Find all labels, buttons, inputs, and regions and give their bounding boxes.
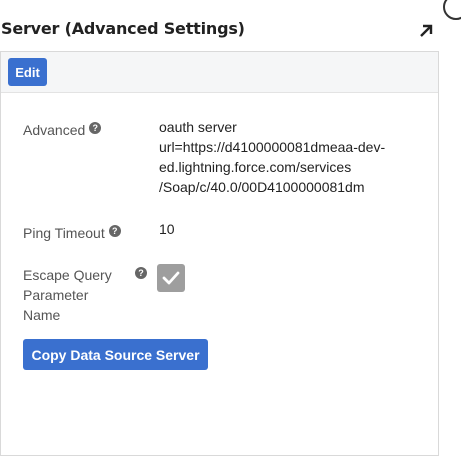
advanced-value-line: ed.lightning.force.com/services [159, 159, 352, 175]
help-icon[interactable]: ? [135, 267, 147, 279]
escape-query-label: Escape Query Parameter Name [23, 265, 112, 325]
settings-panel: Edit Advanced? oauth server url=https://… [0, 51, 439, 456]
advanced-label: Advanced? [23, 120, 102, 140]
edit-button[interactable]: Edit [8, 58, 47, 86]
escape-query-label-line: Name [23, 307, 61, 323]
escape-query-label-line: Escape Query [23, 267, 112, 283]
ping-timeout-value: 10 [159, 221, 175, 237]
panel-toolbar: Edit [1, 52, 438, 93]
close-icon[interactable] [443, 0, 461, 20]
ping-timeout-label-text: Ping Timeout [23, 225, 105, 241]
advanced-value-line: /Soap/c/40.0/00D4100000081dm [159, 179, 365, 195]
advanced-value: oauth server url=https://d4100000081dmea… [159, 117, 385, 197]
expand-icon[interactable] [417, 22, 435, 40]
checkmark-icon [162, 271, 180, 285]
escape-query-label-line: Parameter [23, 287, 89, 303]
ping-timeout-label: Ping Timeout? [23, 223, 121, 243]
help-icon[interactable]: ? [89, 122, 102, 134]
advanced-value-line: oauth server [159, 119, 237, 135]
page-title: Server (Advanced Settings) [1, 19, 245, 38]
help-icon[interactable]: ? [108, 225, 121, 237]
copy-data-source-server-button[interactable]: Copy Data Source Server [23, 339, 208, 370]
escape-query-checkbox[interactable] [157, 264, 185, 292]
advanced-label-text: Advanced [23, 122, 86, 138]
advanced-value-line: url=https://d4100000081dmeaa-dev- [159, 139, 386, 155]
